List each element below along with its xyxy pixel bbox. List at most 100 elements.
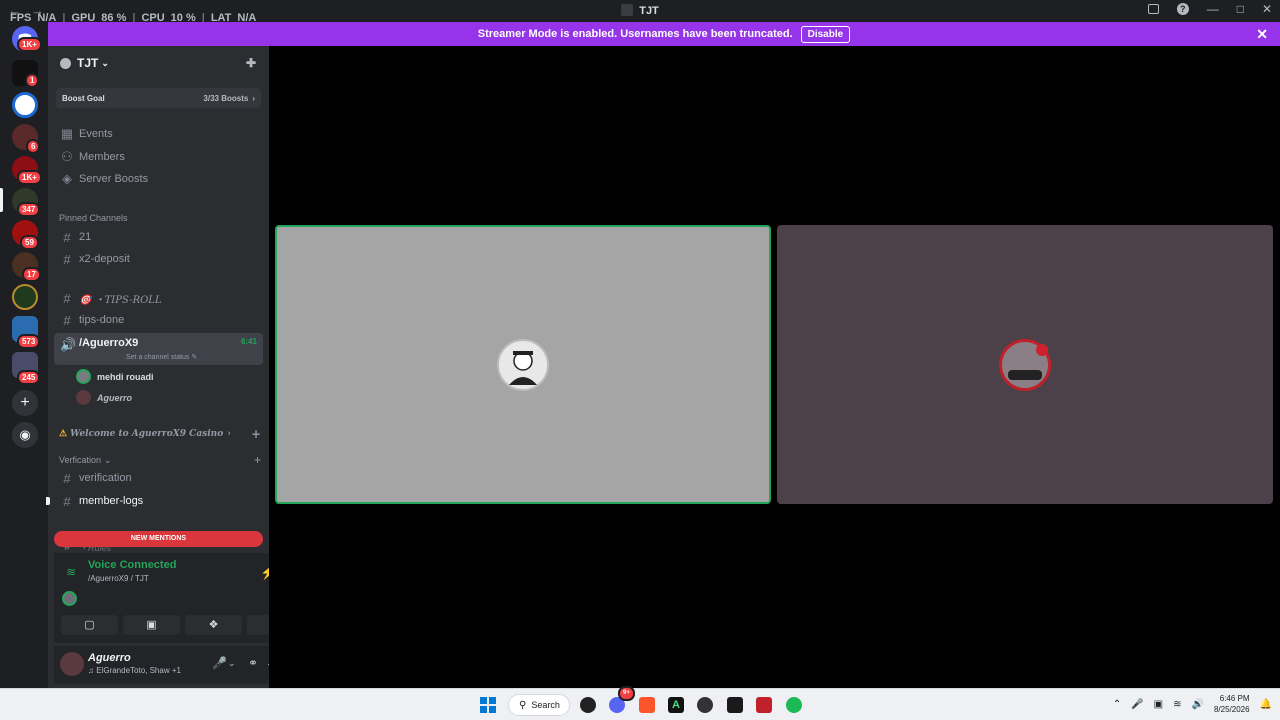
sidebar-item-server-boosts[interactable]: ◈ Server Boosts xyxy=(54,168,263,190)
close-window-icon[interactable]: ✕ xyxy=(1262,2,1272,16)
screen-share-button[interactable]: ▣ xyxy=(123,615,180,635)
camera-off-button[interactable]: ▢ xyxy=(61,615,118,635)
voice-user[interactable]: Aguerro xyxy=(76,390,132,405)
app-g-icon[interactable] xyxy=(580,697,596,713)
server-icon-emblem[interactable] xyxy=(12,284,38,310)
user-activity-text: ElGrandeToto, Shaw +1 xyxy=(96,666,181,675)
channel-label: 21 xyxy=(79,231,92,243)
taskbar-badge: 9+ xyxy=(618,686,635,701)
channel-21[interactable]: # 21 xyxy=(54,226,263,248)
channel-label: tips-done xyxy=(79,314,125,326)
maximize-icon[interactable]: □ xyxy=(1237,2,1244,16)
search-label: Search xyxy=(531,700,560,710)
category-verification[interactable]: Verfication ⌄ + xyxy=(59,453,261,467)
add-channel-icon[interactable]: + xyxy=(251,427,261,441)
volume-icon[interactable]: 🔊 xyxy=(1192,699,1204,710)
unread-badge: 245 xyxy=(17,370,41,385)
voice-channel-path[interactable]: /AguerroX9 / TJT xyxy=(88,574,149,583)
members-icon: ⚇ xyxy=(61,149,73,164)
app-a-icon[interactable]: A xyxy=(668,697,684,713)
clock[interactable]: 6:46 PM 8/25/2026 xyxy=(1214,693,1250,715)
username[interactable]: Aguerro xyxy=(88,652,131,664)
channel-member-logs[interactable]: # member-logs xyxy=(54,490,263,512)
camera-off-icon: ▢ xyxy=(84,619,95,631)
unread-badge: 1 xyxy=(25,73,40,88)
channel-status-prompt[interactable]: Set a channel status ✎ xyxy=(126,353,197,361)
chevron-up-icon[interactable]: ⌃ xyxy=(1113,699,1121,710)
voice-channel-label: /AguerroX9 xyxy=(79,337,139,349)
headphones-icon[interactable]: ⚭ xyxy=(248,656,258,670)
inbox-icon[interactable] xyxy=(1147,4,1159,14)
system-tray: ⌃ 🎤 ▣ ≋ 🔊 6:46 PM 8/25/2026 🔔 xyxy=(1113,693,1272,715)
add-channel-icon[interactable]: + xyxy=(254,453,261,467)
disable-streamer-mode-button[interactable]: Disable xyxy=(800,25,851,43)
explore-icon[interactable]: ◉ xyxy=(12,422,38,448)
invite-people-icon[interactable]: ✚ xyxy=(246,56,259,70)
sidebar-item-events[interactable]: ▦ Events xyxy=(54,123,263,145)
server-name: TJT xyxy=(77,56,99,70)
avatar xyxy=(76,369,91,384)
channel-tips-roll[interactable]: # 🎯 ・TIPS-ROLL xyxy=(54,287,263,309)
network-icon[interactable]: ▣ xyxy=(1154,699,1163,710)
unread-badge: 59 xyxy=(20,235,39,250)
avatar xyxy=(999,338,1051,391)
unread-badge: 1K+ xyxy=(17,37,42,52)
avatar[interactable] xyxy=(60,652,84,676)
music-note-icon: ♫ xyxy=(88,666,97,675)
window-title-text: TJT xyxy=(639,5,659,17)
add-server-icon[interactable]: + xyxy=(12,390,38,416)
screen-share-icon: ▣ xyxy=(146,619,157,631)
activities-button[interactable]: ❖ xyxy=(185,615,242,635)
window-controls: ? — □ ✕ xyxy=(1147,2,1272,16)
brave-browser-icon[interactable] xyxy=(639,697,655,713)
sidebar-item-members[interactable]: ⚇ Members xyxy=(54,146,263,168)
channel-tips-done[interactable]: # tips-done xyxy=(54,309,263,331)
speaker-icon: 🔊 xyxy=(60,337,77,352)
app-m-icon[interactable] xyxy=(727,697,743,713)
help-icon[interactable]: ? xyxy=(1176,3,1189,15)
voice-user[interactable]: mehdi rouadi xyxy=(76,369,154,384)
server-icon xyxy=(621,4,634,16)
text-channel-icon: # xyxy=(63,229,71,245)
app-red-icon[interactable] xyxy=(756,697,772,713)
sidebar-item-label: Events xyxy=(79,128,113,140)
boost-goal-label: Boost Goal xyxy=(62,93,105,103)
channel-verification[interactable]: # verification xyxy=(54,467,263,489)
sidebar-item-label: Members xyxy=(79,151,125,163)
server-header[interactable]: TJT ⌄ ✚ xyxy=(48,46,269,80)
boost-goal-bar[interactable]: Boost Goal 3/33 Boosts › xyxy=(56,88,261,108)
voice-user-name: mehdi rouadi xyxy=(97,371,154,382)
microphone-tray-icon[interactable]: 🎤 xyxy=(1131,699,1143,710)
new-mentions-button[interactable]: NEW MENTIONS xyxy=(54,531,263,547)
channel-label: verification xyxy=(79,472,132,484)
unread-indicator xyxy=(46,497,50,505)
participant-tile[interactable] xyxy=(777,225,1273,504)
channel-x2-deposit[interactable]: # x2-deposit xyxy=(54,248,263,270)
server-badge-icon xyxy=(60,57,71,69)
spotify-icon[interactable] xyxy=(786,697,802,713)
signal-icon[interactable]: ≋ xyxy=(66,565,76,579)
close-icon[interactable]: ✕ xyxy=(1256,26,1268,43)
participant-tile[interactable] xyxy=(275,225,771,504)
wifi-icon[interactable]: ≋ xyxy=(1173,699,1181,710)
start-icon[interactable] xyxy=(480,697,496,713)
microphone-icon[interactable]: 🎤 xyxy=(212,656,227,670)
minimize-icon[interactable]: — xyxy=(1207,2,1219,16)
boost-icon: ◈ xyxy=(62,171,72,186)
taskbar-search[interactable]: ⚲ Search xyxy=(508,694,570,716)
notification-bell-icon[interactable]: 🔔 xyxy=(1260,699,1272,710)
category-label: Welcome to AguerroX9 Casino xyxy=(70,429,224,439)
app-dark-icon[interactable] xyxy=(697,697,713,713)
category-label: Verfication xyxy=(59,455,102,465)
avatar xyxy=(76,390,91,405)
voice-connected-status[interactable]: Voice Connected xyxy=(88,559,176,571)
pencil-icon: ✎ xyxy=(191,354,198,361)
chevron-down-icon[interactable]: ⌄ xyxy=(228,658,236,669)
avatar[interactable] xyxy=(62,591,77,606)
selected-server-pill xyxy=(0,188,3,212)
category-welcome[interactable]: ⚠ Welcome to AguerroX9 Casino › + xyxy=(59,427,261,441)
server-icon-bmw[interactable] xyxy=(12,92,38,118)
channel-label: 🎯 ・TIPS-ROLL xyxy=(79,294,162,306)
text-channel-icon: # xyxy=(63,290,71,306)
calendar-icon: ▦ xyxy=(60,126,74,141)
